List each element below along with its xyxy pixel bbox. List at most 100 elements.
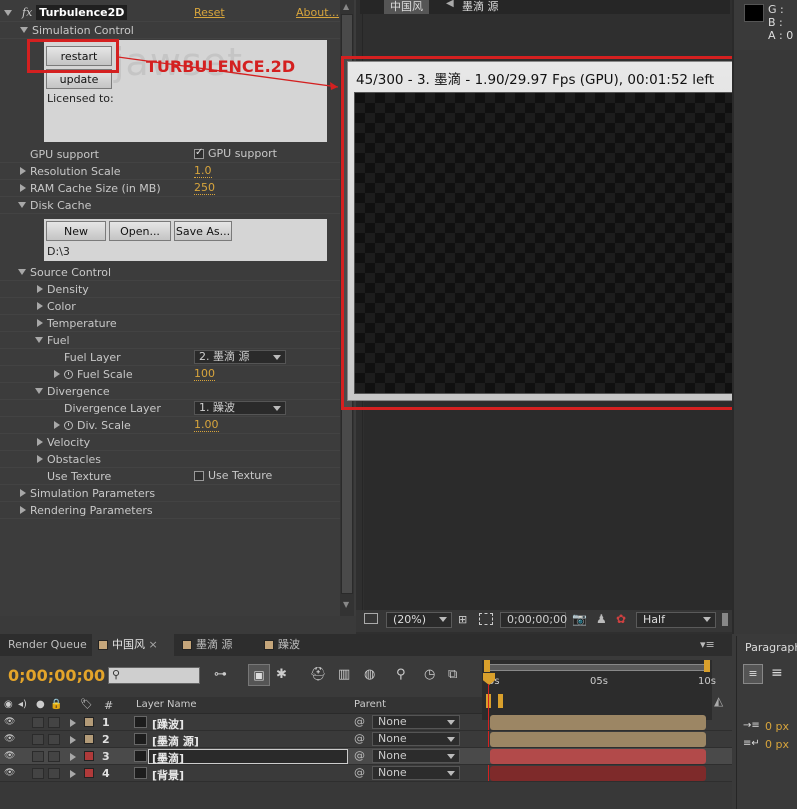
composition-mini-flowchart-icon[interactable]: ⊶ bbox=[214, 667, 227, 682]
eye-icon[interactable]: 👁 bbox=[4, 734, 15, 744]
layer-search-field[interactable]: ⚲ bbox=[108, 667, 200, 684]
time-ruler-area[interactable]: 0s 05s 10s bbox=[482, 660, 716, 720]
collapse-triangle-icon[interactable] bbox=[18, 269, 26, 275]
collapse-triangle-icon[interactable] bbox=[35, 337, 43, 343]
effect-header-row[interactable]: fx Turbulence2D Reset About... bbox=[0, 4, 340, 22]
lock-box[interactable] bbox=[48, 768, 60, 779]
reset-link[interactable]: Reset bbox=[194, 6, 225, 19]
row-simulation-parameters[interactable]: Simulation Parameters bbox=[0, 485, 340, 502]
time-navigator[interactable] bbox=[484, 694, 504, 708]
ram-cache-value[interactable]: 250 bbox=[194, 181, 215, 195]
parent-dropdown[interactable]: None bbox=[372, 766, 460, 780]
row-temperature[interactable]: Temperature bbox=[0, 315, 340, 332]
show-snapshot-icon[interactable]: ♟ bbox=[596, 612, 607, 626]
layer-duration-bar[interactable] bbox=[490, 715, 706, 730]
indent-left-value[interactable]: 0 px bbox=[765, 720, 789, 733]
expand-triangle-icon[interactable] bbox=[70, 719, 76, 727]
motion-blur-icon[interactable]: ◍ bbox=[364, 667, 375, 682]
scroll-up-icon[interactable]: ▲ bbox=[343, 2, 349, 11]
row-fuel-scale[interactable]: Fuel Scale 100 bbox=[0, 366, 340, 383]
pick-whip-icon[interactable]: @ bbox=[354, 732, 365, 745]
gpu-support-checkbox[interactable]: GPU support bbox=[194, 147, 277, 160]
layer-duration-bar[interactable] bbox=[490, 732, 706, 747]
collapse-triangle-icon[interactable] bbox=[18, 202, 26, 208]
layer-duration-bar[interactable] bbox=[490, 749, 706, 764]
layer-row-4[interactable]: 👁 4 [背景] @ None bbox=[0, 765, 732, 782]
layer-name[interactable]: [墨滴 源] bbox=[152, 733, 199, 749]
pick-whip-icon[interactable]: @ bbox=[354, 715, 365, 728]
resolution-dropdown[interactable]: Half bbox=[636, 612, 716, 628]
row-resolution-scale[interactable]: Resolution Scale 1.0 bbox=[0, 163, 340, 180]
zoom-dropdown[interactable]: (20%) bbox=[386, 612, 452, 628]
work-area-end-handle[interactable] bbox=[704, 660, 710, 672]
parent-dropdown[interactable]: None bbox=[372, 715, 460, 729]
lock-box[interactable] bbox=[48, 717, 60, 728]
parent-dropdown[interactable]: None bbox=[372, 749, 460, 763]
tab-composition-2[interactable]: 墨滴 源 bbox=[176, 634, 233, 656]
parent-dropdown[interactable]: None bbox=[372, 732, 460, 746]
expand-triangle-icon[interactable] bbox=[70, 753, 76, 761]
viewer-timecode[interactable]: 0;00;00;00 bbox=[500, 612, 567, 628]
camera-icon[interactable]: 📷 bbox=[572, 612, 587, 626]
align-center-icon[interactable]: ≡ bbox=[771, 665, 783, 681]
lock-box[interactable] bbox=[48, 734, 60, 745]
layer-row-1[interactable]: 👁 1 [躁波] @ None bbox=[0, 714, 732, 731]
shy-layers-icon[interactable]: ⛑ bbox=[310, 667, 327, 682]
row-divergence[interactable]: Divergence bbox=[0, 383, 340, 400]
work-area-bar[interactable] bbox=[486, 664, 708, 671]
viewer-tab-second[interactable]: 墨滴 源 bbox=[462, 0, 499, 14]
frame-blending-icon[interactable]: ▥ bbox=[338, 667, 350, 682]
layer-duration-bar[interactable] bbox=[490, 766, 706, 781]
expand-triangle-icon[interactable] bbox=[54, 421, 60, 429]
div-scale-value[interactable]: 1.00 bbox=[194, 418, 219, 432]
stopwatch-icon[interactable] bbox=[64, 369, 73, 379]
solo-box[interactable] bbox=[32, 768, 44, 779]
solo-box[interactable] bbox=[32, 751, 44, 762]
tab-arrow-icon[interactable]: ◀ bbox=[446, 0, 454, 9]
grid-icon[interactable]: ⊞ bbox=[458, 613, 467, 626]
use-texture-checkbox[interactable]: Use Texture bbox=[194, 469, 272, 482]
timeline-timecode[interactable]: 0;00;00;00 bbox=[8, 666, 105, 685]
group-simulation-control[interactable]: Simulation Control bbox=[0, 22, 340, 39]
stopwatch-icon[interactable] bbox=[64, 420, 73, 430]
open-button[interactable]: Open... bbox=[109, 221, 171, 241]
row-velocity[interactable]: Velocity bbox=[0, 434, 340, 451]
row-source-control[interactable]: Source Control bbox=[0, 264, 340, 281]
expand-triangle-icon[interactable] bbox=[37, 302, 43, 310]
lock-box[interactable] bbox=[48, 751, 60, 762]
solo-box[interactable] bbox=[32, 717, 44, 728]
live-update-icon[interactable]: ▣ bbox=[248, 664, 270, 686]
tab-render-queue[interactable]: Render Queue bbox=[2, 634, 87, 656]
close-tab-icon[interactable]: × bbox=[149, 638, 158, 651]
layer-name[interactable]: [躁波] bbox=[152, 716, 184, 732]
fuel-layer-dropdown[interactable]: 2. 墨滴 源 bbox=[194, 350, 286, 364]
label-color[interactable] bbox=[84, 717, 94, 727]
resolution-scale-value[interactable]: 1.0 bbox=[194, 164, 212, 178]
expand-triangle-icon[interactable] bbox=[37, 455, 43, 463]
solo-box[interactable] bbox=[32, 734, 44, 745]
work-area-start-handle[interactable] bbox=[484, 660, 490, 672]
collapse-triangle-icon[interactable] bbox=[4, 9, 12, 16]
paragraph-tab[interactable]: Paragraph bbox=[745, 641, 797, 654]
expand-triangle-icon[interactable] bbox=[20, 167, 26, 175]
label-color[interactable] bbox=[84, 751, 94, 761]
brainstorm-icon[interactable]: ⚲ bbox=[396, 667, 406, 682]
row-color[interactable]: Color bbox=[0, 298, 340, 315]
pick-whip-icon[interactable]: @ bbox=[354, 766, 365, 779]
auto-keyframe-icon[interactable]: ◷ bbox=[424, 667, 435, 682]
scroll-down-icon[interactable]: ▼ bbox=[343, 600, 349, 609]
video-switch-icon[interactable]: ◉ bbox=[4, 699, 13, 710]
viewer-tab-active[interactable]: 中国风 bbox=[384, 0, 429, 14]
expand-triangle-icon[interactable] bbox=[20, 506, 26, 514]
expand-triangle-icon[interactable] bbox=[20, 489, 26, 497]
pick-whip-icon[interactable]: @ bbox=[354, 749, 365, 762]
eye-icon[interactable]: 👁 bbox=[4, 751, 15, 761]
label-tag-icon[interactable]: 🏷 bbox=[80, 699, 93, 710]
layer-name[interactable]: [墨滴] bbox=[152, 750, 184, 766]
panel-menu-icon[interactable]: ▾≡ bbox=[700, 638, 715, 651]
layer-row-3-selected[interactable]: 👁 3 [墨滴] @ None bbox=[0, 748, 732, 765]
expand-triangle-icon[interactable] bbox=[37, 319, 43, 327]
row-fuel[interactable]: Fuel bbox=[0, 332, 340, 349]
lock-icon[interactable]: 🔒 bbox=[50, 699, 62, 710]
channel-icon[interactable]: ✿ bbox=[616, 612, 626, 626]
